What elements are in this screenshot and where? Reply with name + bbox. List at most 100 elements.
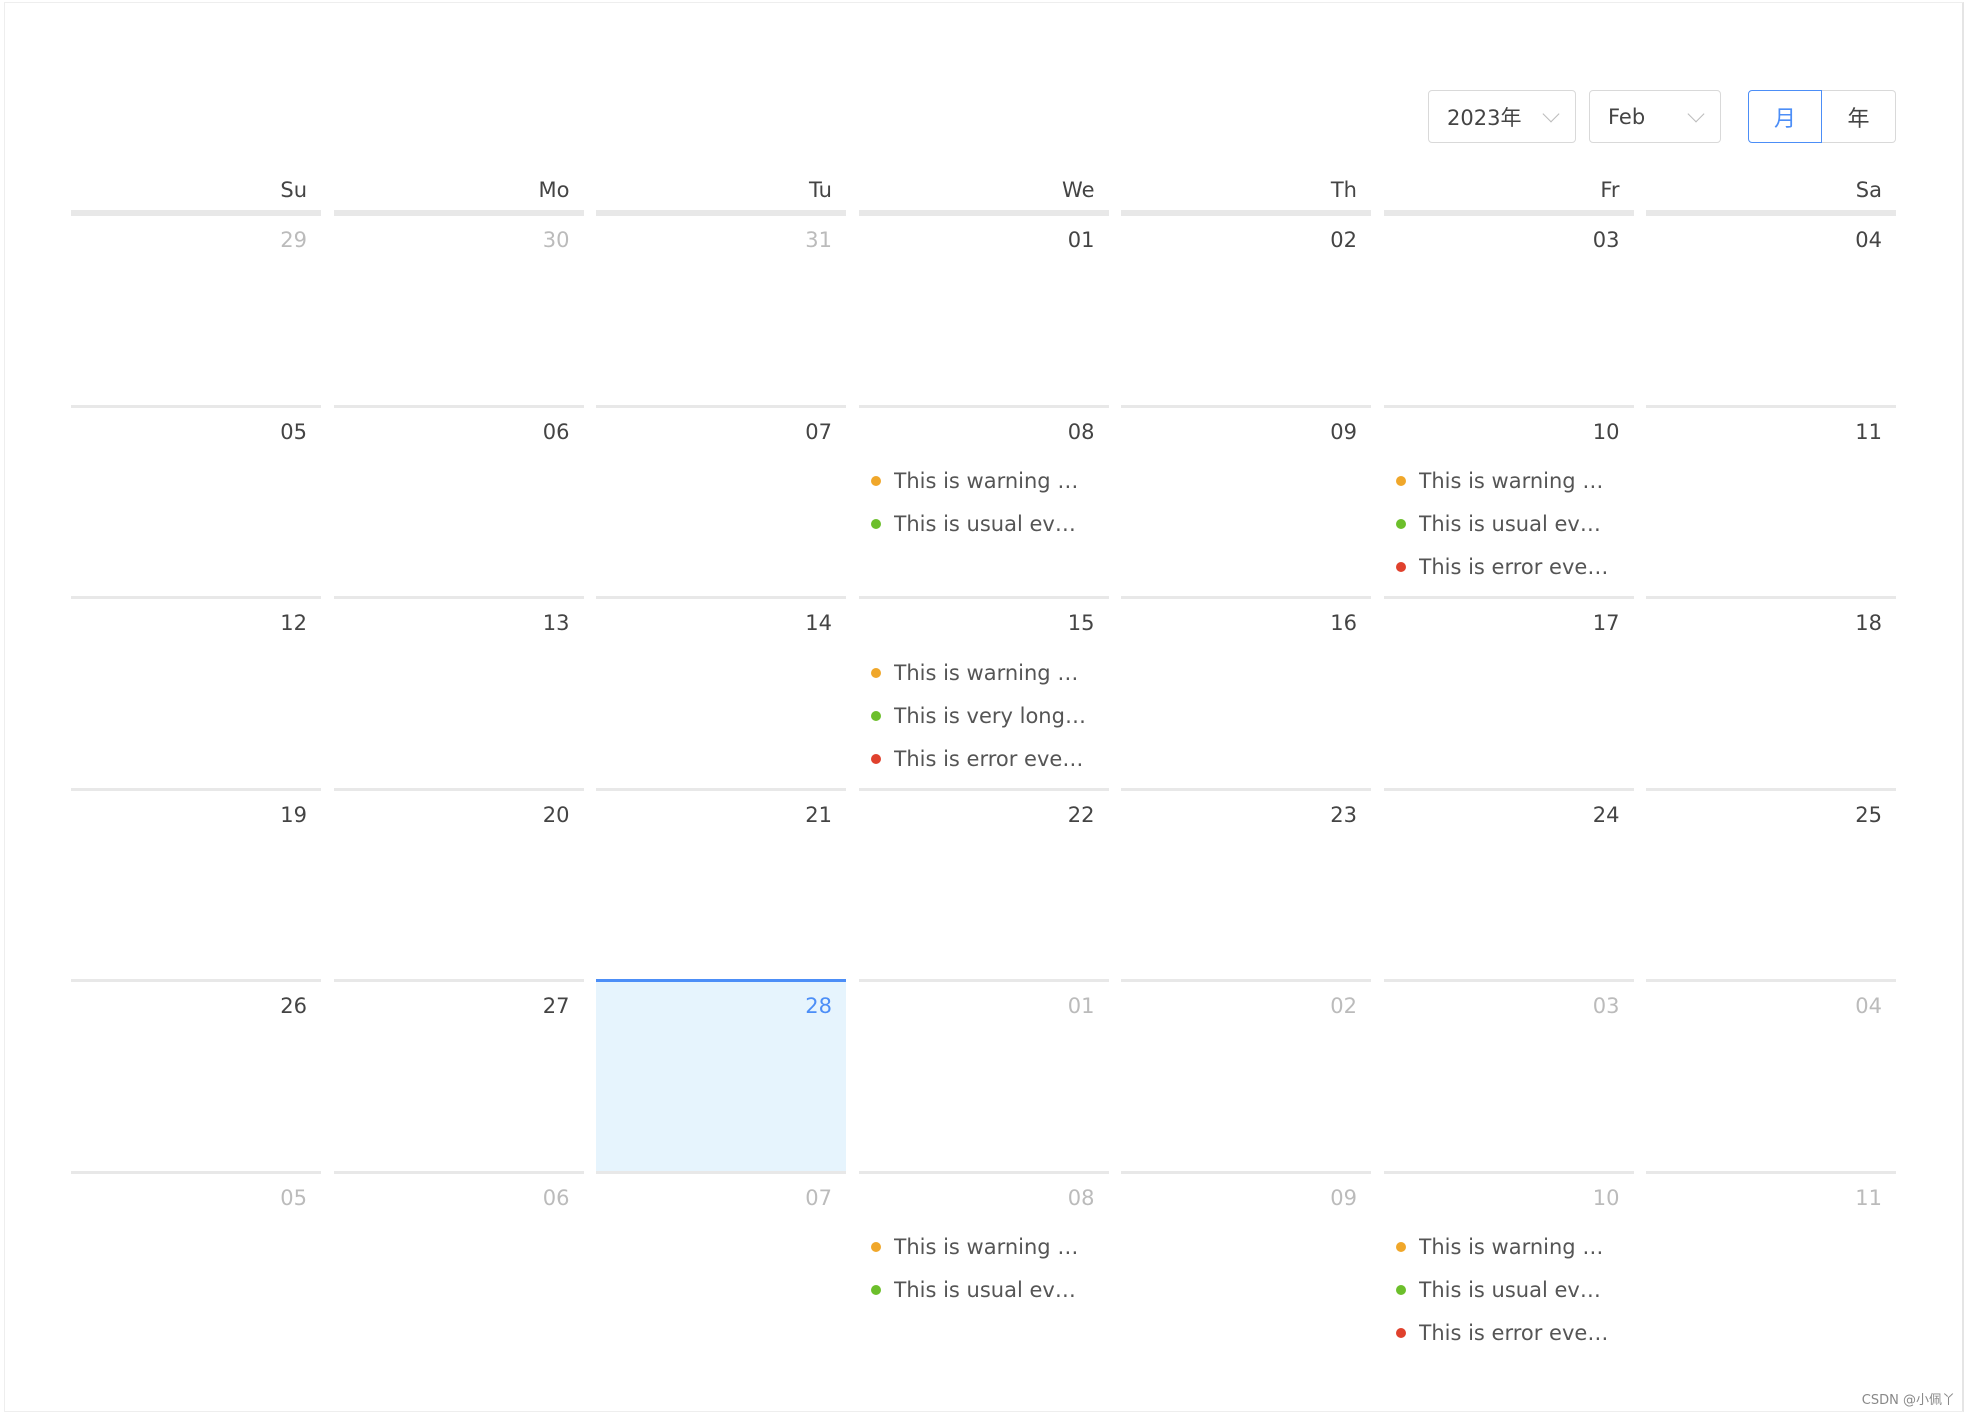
event-text: This is error event. bbox=[893, 746, 1089, 771]
day-cell[interactable]: 02 bbox=[1121, 979, 1371, 1171]
day-cell[interactable]: 22 bbox=[858, 787, 1109, 980]
weekday-header: Sa bbox=[1646, 170, 1896, 213]
event-item[interactable]: This is... bbox=[869, 780, 1099, 788]
day-cell[interactable]: 17 bbox=[1383, 596, 1634, 788]
event-item[interactable]: This is error event. bbox=[869, 737, 1099, 780]
day-cell[interactable]: 27 bbox=[333, 979, 584, 1171]
day-cell[interactable]: 19 bbox=[71, 787, 321, 980]
day-cell[interactable]: 01 bbox=[858, 213, 1109, 405]
day-cell[interactable]: 01 bbox=[858, 979, 1109, 1171]
day-number: 20 bbox=[542, 802, 570, 827]
year-select[interactable]: 2023年 bbox=[1428, 90, 1576, 143]
usual-badge-dot-icon bbox=[870, 1285, 881, 1296]
day-cell[interactable]: 31 bbox=[596, 213, 846, 405]
mode-year-button[interactable]: 年 bbox=[1822, 90, 1896, 143]
event-item[interactable]: This is very long usual event. bbox=[869, 694, 1099, 737]
day-cell-today[interactable]: 28 bbox=[596, 979, 846, 1171]
event-item[interactable]: This is usual event. bbox=[1394, 1269, 1632, 1312]
day-cell[interactable]: 29 bbox=[71, 213, 321, 405]
day-cell[interactable]: 05 bbox=[71, 1170, 321, 1363]
error-badge-dot-icon bbox=[870, 753, 881, 764]
day-cell[interactable]: 21 bbox=[596, 787, 846, 980]
warning-badge-dot-icon bbox=[1395, 476, 1406, 487]
day-number: 19 bbox=[280, 802, 307, 827]
event-item[interactable]: This is error event. bbox=[1394, 546, 1632, 589]
event-item[interactable]: This is warning event. bbox=[869, 1226, 1107, 1269]
day-cell[interactable]: 09 bbox=[1121, 404, 1371, 597]
event-item[interactable]: This is warning event. bbox=[869, 460, 1107, 503]
event-text: This is warning event. bbox=[1418, 1235, 1614, 1260]
event-list[interactable]: This is warning event. This is very long … bbox=[869, 651, 1099, 788]
event-item[interactable]: This is error event. bbox=[1394, 1312, 1632, 1355]
weekday-header: Tu bbox=[596, 170, 846, 213]
event-item[interactable]: This is warning event. bbox=[1394, 460, 1632, 503]
weekday-header: We bbox=[858, 170, 1109, 213]
day-number: 05 bbox=[280, 1185, 307, 1210]
day-number: 08 bbox=[1067, 1185, 1095, 1210]
day-number: 14 bbox=[805, 611, 832, 636]
usual-badge-dot-icon bbox=[1395, 1285, 1406, 1296]
day-cell[interactable]: 03 bbox=[1383, 213, 1634, 405]
day-number: 03 bbox=[1592, 994, 1620, 1019]
day-cell[interactable]: 02 bbox=[1121, 213, 1371, 405]
day-number: 17 bbox=[1592, 611, 1620, 636]
day-number: 10 bbox=[1592, 419, 1620, 444]
day-cell[interactable]: 11 bbox=[1646, 1170, 1896, 1363]
day-number: 01 bbox=[1067, 228, 1095, 252]
day-cell[interactable]: 24 bbox=[1383, 787, 1634, 980]
day-cell[interactable]: 15 This is warning event. This is very lon… bbox=[858, 596, 1109, 788]
day-cell[interactable]: 08 This is warning event. This is usual ev… bbox=[858, 404, 1109, 597]
day-cell[interactable]: 14 bbox=[596, 596, 846, 788]
event-text: This is usual event. bbox=[893, 512, 1089, 537]
day-number: 03 bbox=[1592, 228, 1620, 252]
day-cell[interactable]: 06 bbox=[333, 404, 584, 597]
event-item[interactable]: This is usual event. bbox=[1394, 503, 1632, 546]
event-text: This is usual event. bbox=[1418, 512, 1614, 537]
day-number: 15 bbox=[1067, 611, 1095, 636]
event-text: This is usual event. bbox=[1418, 1278, 1614, 1303]
day-cell[interactable]: 12 bbox=[71, 596, 321, 788]
day-cell[interactable]: 16 bbox=[1121, 596, 1371, 788]
day-cell[interactable]: 08 This is warning event. This is usual ev… bbox=[858, 1170, 1109, 1363]
day-cell[interactable]: 10 This is warning event. This is usual ev… bbox=[1383, 1170, 1634, 1363]
day-cell[interactable]: 10 This is warning event. This is usual ev… bbox=[1383, 404, 1634, 597]
day-number: 02 bbox=[1330, 228, 1357, 252]
month-select[interactable]: Feb bbox=[1589, 90, 1721, 143]
error-badge-dot-icon bbox=[1395, 1328, 1406, 1339]
day-number: 04 bbox=[1855, 994, 1882, 1019]
event-text: This is warning event. bbox=[893, 660, 1089, 685]
event-item[interactable]: This is warning event. bbox=[1394, 1226, 1632, 1269]
usual-badge-dot-icon bbox=[1395, 519, 1406, 530]
day-cell[interactable]: 06 bbox=[333, 1170, 584, 1363]
day-cell[interactable]: 18 bbox=[1646, 596, 1896, 788]
day-number: 10 bbox=[1592, 1185, 1620, 1210]
day-number: 28 bbox=[805, 994, 832, 1019]
day-cell[interactable]: 05 bbox=[71, 404, 321, 597]
day-cell[interactable]: 03 bbox=[1383, 979, 1634, 1171]
day-cell[interactable]: 07 bbox=[596, 1170, 846, 1363]
day-cell[interactable]: 07 bbox=[596, 404, 846, 597]
day-cell[interactable]: 11 bbox=[1646, 404, 1896, 597]
day-cell[interactable]: 13 bbox=[333, 596, 584, 788]
day-cell[interactable]: 04 bbox=[1646, 979, 1896, 1171]
mode-month-button[interactable]: 月 bbox=[1748, 90, 1822, 143]
day-number: 06 bbox=[542, 1185, 570, 1210]
day-number: 12 bbox=[280, 611, 307, 636]
chevron-down-icon bbox=[1542, 105, 1560, 122]
event-text: This is error event. bbox=[1418, 1321, 1614, 1346]
event-item[interactable]: This is usual event. bbox=[869, 1269, 1107, 1312]
day-cell[interactable]: 26 bbox=[71, 979, 321, 1171]
day-number: 09 bbox=[1330, 1185, 1357, 1210]
event-item[interactable]: This is usual event. bbox=[869, 503, 1107, 546]
weekday-header: Fr bbox=[1383, 170, 1634, 213]
event-item[interactable]: This is warning event. bbox=[869, 651, 1099, 694]
day-number: 07 bbox=[805, 1185, 832, 1210]
day-cell[interactable]: 23 bbox=[1121, 787, 1371, 980]
day-cell[interactable]: 20 bbox=[333, 787, 584, 980]
day-cell[interactable]: 25 bbox=[1646, 787, 1896, 980]
mode-switch: 月 年 bbox=[1748, 90, 1896, 143]
day-cell[interactable]: 09 bbox=[1121, 1170, 1371, 1363]
day-number: 25 bbox=[1855, 802, 1882, 827]
day-cell[interactable]: 04 bbox=[1646, 213, 1896, 405]
day-cell[interactable]: 30 bbox=[333, 213, 584, 405]
